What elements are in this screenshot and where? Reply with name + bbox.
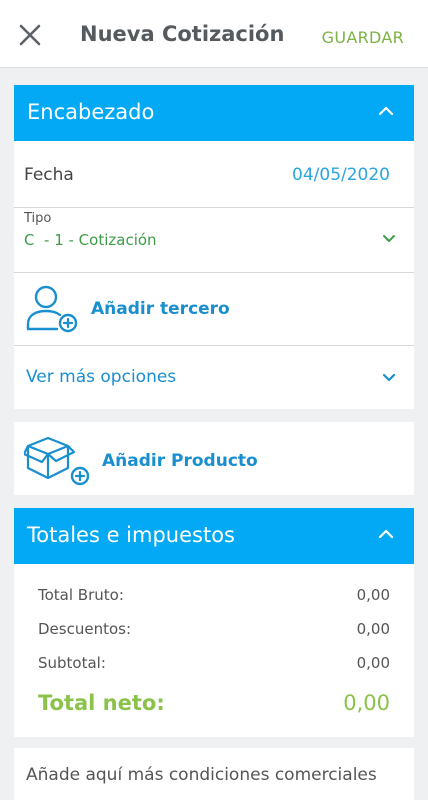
add-third-party-label: Añadir tercero	[91, 299, 230, 319]
fecha-row[interactable]: Fecha 04/05/2020	[14, 141, 414, 208]
add-person-icon	[26, 285, 78, 333]
tipo-label: Tipo	[24, 211, 52, 226]
chevron-up-icon	[378, 106, 394, 116]
add-product-label: Añadir Producto	[102, 451, 258, 471]
chevron-down-icon	[383, 235, 395, 242]
subtotal-value: 0,00	[356, 654, 390, 672]
encabezado-section-header[interactable]: Encabezado	[14, 85, 414, 141]
add-box-icon	[24, 436, 90, 486]
totals-title: Totales e impuestos	[27, 523, 235, 547]
totals-card: Totales e impuestos Total Bruto: 0,00 De…	[14, 508, 414, 737]
subtotal-label: Subtotal:	[38, 654, 106, 672]
page-title: Nueva Cotización	[80, 22, 285, 46]
commercial-conditions-field[interactable]: Añade aquí más condiciones comerciales	[14, 748, 414, 800]
tipo-select[interactable]: Tipo C - 1 - Cotización	[14, 208, 414, 273]
descuentos-row: Descuentos: 0,00	[14, 620, 414, 644]
total-neto-label: Total neto:	[38, 691, 165, 715]
total-bruto-label: Total Bruto:	[38, 586, 124, 604]
chevron-up-icon	[378, 529, 394, 539]
totals-section-header[interactable]: Totales e impuestos	[14, 508, 414, 564]
encabezado-title: Encabezado	[27, 100, 155, 124]
descuentos-value: 0,00	[356, 620, 390, 638]
subtotal-row: Subtotal: 0,00	[14, 654, 414, 678]
more-options-row[interactable]: Ver más opciones	[14, 346, 414, 411]
top-app-bar: Nueva Cotización GUARDAR	[0, 0, 428, 68]
more-options-label: Ver más opciones	[26, 367, 177, 387]
close-button[interactable]	[18, 23, 42, 47]
add-product-button[interactable]: Añadir Producto	[14, 422, 414, 495]
commercial-conditions-label: Añade aquí más condiciones comerciales	[26, 765, 377, 785]
total-bruto-row: Total Bruto: 0,00	[14, 586, 414, 610]
fecha-value[interactable]: 04/05/2020	[292, 165, 390, 185]
fecha-label: Fecha	[24, 165, 74, 185]
encabezado-card: Encabezado Fecha 04/05/2020 Tipo C - 1 -…	[14, 85, 414, 409]
chevron-down-icon	[382, 373, 396, 382]
save-button[interactable]: GUARDAR	[322, 28, 404, 47]
total-neto-value: 0,00	[343, 691, 390, 715]
add-third-party-button[interactable]: Añadir tercero	[14, 273, 414, 346]
total-neto-row: Total neto: 0,00	[14, 691, 414, 721]
close-icon	[19, 24, 41, 46]
descuentos-label: Descuentos:	[38, 620, 132, 638]
total-bruto-value: 0,00	[356, 586, 390, 604]
tipo-value: C - 1 - Cotización	[24, 231, 157, 249]
